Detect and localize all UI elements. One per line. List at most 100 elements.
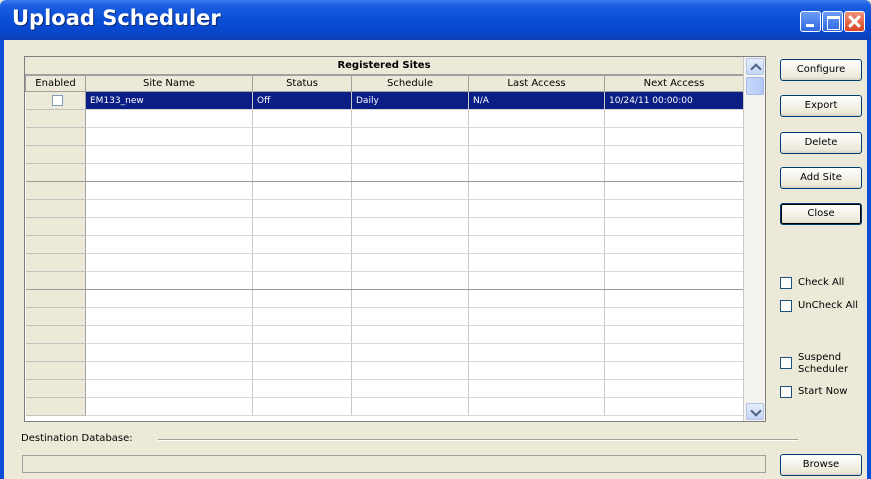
enabled-cell[interactable] (25, 325, 86, 344)
registered-sites-grid[interactable]: Registered Sites Enabled Site Name Statu… (24, 56, 766, 422)
table-row[interactable] (25, 271, 744, 290)
table-cell[interactable] (351, 217, 469, 236)
maximize-icon[interactable] (822, 11, 843, 32)
close-button[interactable]: Close (780, 203, 862, 225)
table-cell[interactable] (604, 181, 744, 200)
table-row[interactable] (25, 343, 744, 362)
table-cell[interactable] (252, 307, 352, 326)
table-cell[interactable] (604, 325, 744, 344)
table-cell[interactable] (351, 289, 469, 308)
table-cell[interactable] (604, 379, 744, 398)
table-cell[interactable] (468, 379, 605, 398)
table-cell[interactable] (85, 235, 253, 254)
table-cell[interactable] (85, 199, 253, 218)
column-header-last-access[interactable]: Last Access (468, 75, 605, 92)
table-cell[interactable] (468, 397, 605, 416)
table-cell[interactable] (468, 361, 605, 380)
table-cell[interactable] (85, 109, 253, 128)
table-cell[interactable] (604, 289, 744, 308)
table-cell[interactable] (604, 217, 744, 236)
suspend-scheduler-checkbox[interactable]: Suspend Scheduler (780, 352, 848, 376)
enabled-cell[interactable] (25, 91, 86, 110)
table-cell[interactable] (85, 379, 253, 398)
table-row[interactable] (25, 163, 744, 182)
schedule-cell[interactable]: Daily (351, 91, 469, 110)
table-cell[interactable] (252, 361, 352, 380)
table-cell[interactable] (252, 163, 352, 182)
table-cell[interactable] (252, 289, 352, 308)
export-button[interactable]: Export (780, 95, 862, 117)
site-name-cell[interactable]: EM133_new (85, 91, 253, 110)
enabled-cell[interactable] (25, 343, 86, 362)
table-cell[interactable] (85, 217, 253, 236)
table-cell[interactable] (604, 361, 744, 380)
enabled-cell[interactable] (25, 361, 86, 380)
table-row[interactable] (25, 109, 744, 128)
minimize-icon[interactable] (800, 11, 821, 32)
scroll-up-icon[interactable] (746, 58, 764, 75)
enabled-cell[interactable] (25, 235, 86, 254)
table-cell[interactable] (604, 235, 744, 254)
table-cell[interactable] (252, 109, 352, 128)
vertical-scrollbar[interactable] (743, 57, 765, 421)
table-row[interactable] (25, 289, 744, 308)
table-cell[interactable] (351, 199, 469, 218)
configure-button[interactable]: Configure (780, 59, 862, 81)
table-row[interactable] (25, 325, 744, 344)
checkbox-icon[interactable] (780, 357, 792, 369)
enabled-cell[interactable] (25, 307, 86, 326)
table-cell[interactable] (252, 199, 352, 218)
enabled-cell[interactable] (25, 217, 86, 236)
table-cell[interactable] (604, 145, 744, 164)
table-row[interactable] (25, 379, 744, 398)
table-cell[interactable] (252, 127, 352, 146)
table-cell[interactable] (468, 271, 605, 290)
table-cell[interactable] (351, 271, 469, 290)
enabled-cell[interactable] (25, 163, 86, 182)
table-cell[interactable] (85, 397, 253, 416)
enabled-cell[interactable] (25, 253, 86, 272)
delete-button[interactable]: Delete (780, 132, 862, 154)
enabled-cell[interactable] (25, 271, 86, 290)
table-row[interactable] (25, 217, 744, 236)
table-cell[interactable] (604, 127, 744, 146)
enabled-cell[interactable] (25, 181, 86, 200)
table-cell[interactable] (351, 379, 469, 398)
table-cell[interactable] (468, 325, 605, 344)
table-row[interactable] (25, 253, 744, 272)
table-cell[interactable] (351, 397, 469, 416)
table-cell[interactable] (252, 343, 352, 362)
table-cell[interactable] (85, 343, 253, 362)
table-cell[interactable] (351, 145, 469, 164)
table-cell[interactable] (604, 199, 744, 218)
table-cell[interactable] (85, 307, 253, 326)
checkbox-icon[interactable] (780, 277, 792, 289)
table-cell[interactable] (252, 397, 352, 416)
table-cell[interactable] (604, 271, 744, 290)
scroll-thumb[interactable] (746, 77, 764, 95)
table-cell[interactable] (468, 145, 605, 164)
enabled-cell[interactable] (25, 145, 86, 164)
table-cell[interactable] (252, 217, 352, 236)
table-cell[interactable] (468, 289, 605, 308)
table-cell[interactable] (351, 361, 469, 380)
browse-button[interactable]: Browse (780, 454, 862, 476)
enabled-cell[interactable] (25, 127, 86, 146)
table-cell[interactable] (468, 235, 605, 254)
table-cell[interactable] (85, 127, 253, 146)
table-row[interactable]: EM133_new Off Daily N/A 10/24/11 00:00:0… (25, 91, 744, 110)
table-cell[interactable] (85, 289, 253, 308)
table-cell[interactable] (604, 307, 744, 326)
enabled-cell[interactable] (25, 109, 86, 128)
table-cell[interactable] (85, 325, 253, 344)
next-access-cell[interactable]: 10/24/11 00:00:00 (604, 91, 744, 110)
enabled-cell[interactable] (25, 379, 86, 398)
table-cell[interactable] (468, 181, 605, 200)
status-cell[interactable]: Off (252, 91, 352, 110)
table-cell[interactable] (85, 271, 253, 290)
table-cell[interactable] (85, 181, 253, 200)
table-row[interactable] (25, 397, 744, 416)
table-row[interactable] (25, 145, 744, 164)
table-cell[interactable] (468, 253, 605, 272)
table-cell[interactable] (85, 163, 253, 182)
